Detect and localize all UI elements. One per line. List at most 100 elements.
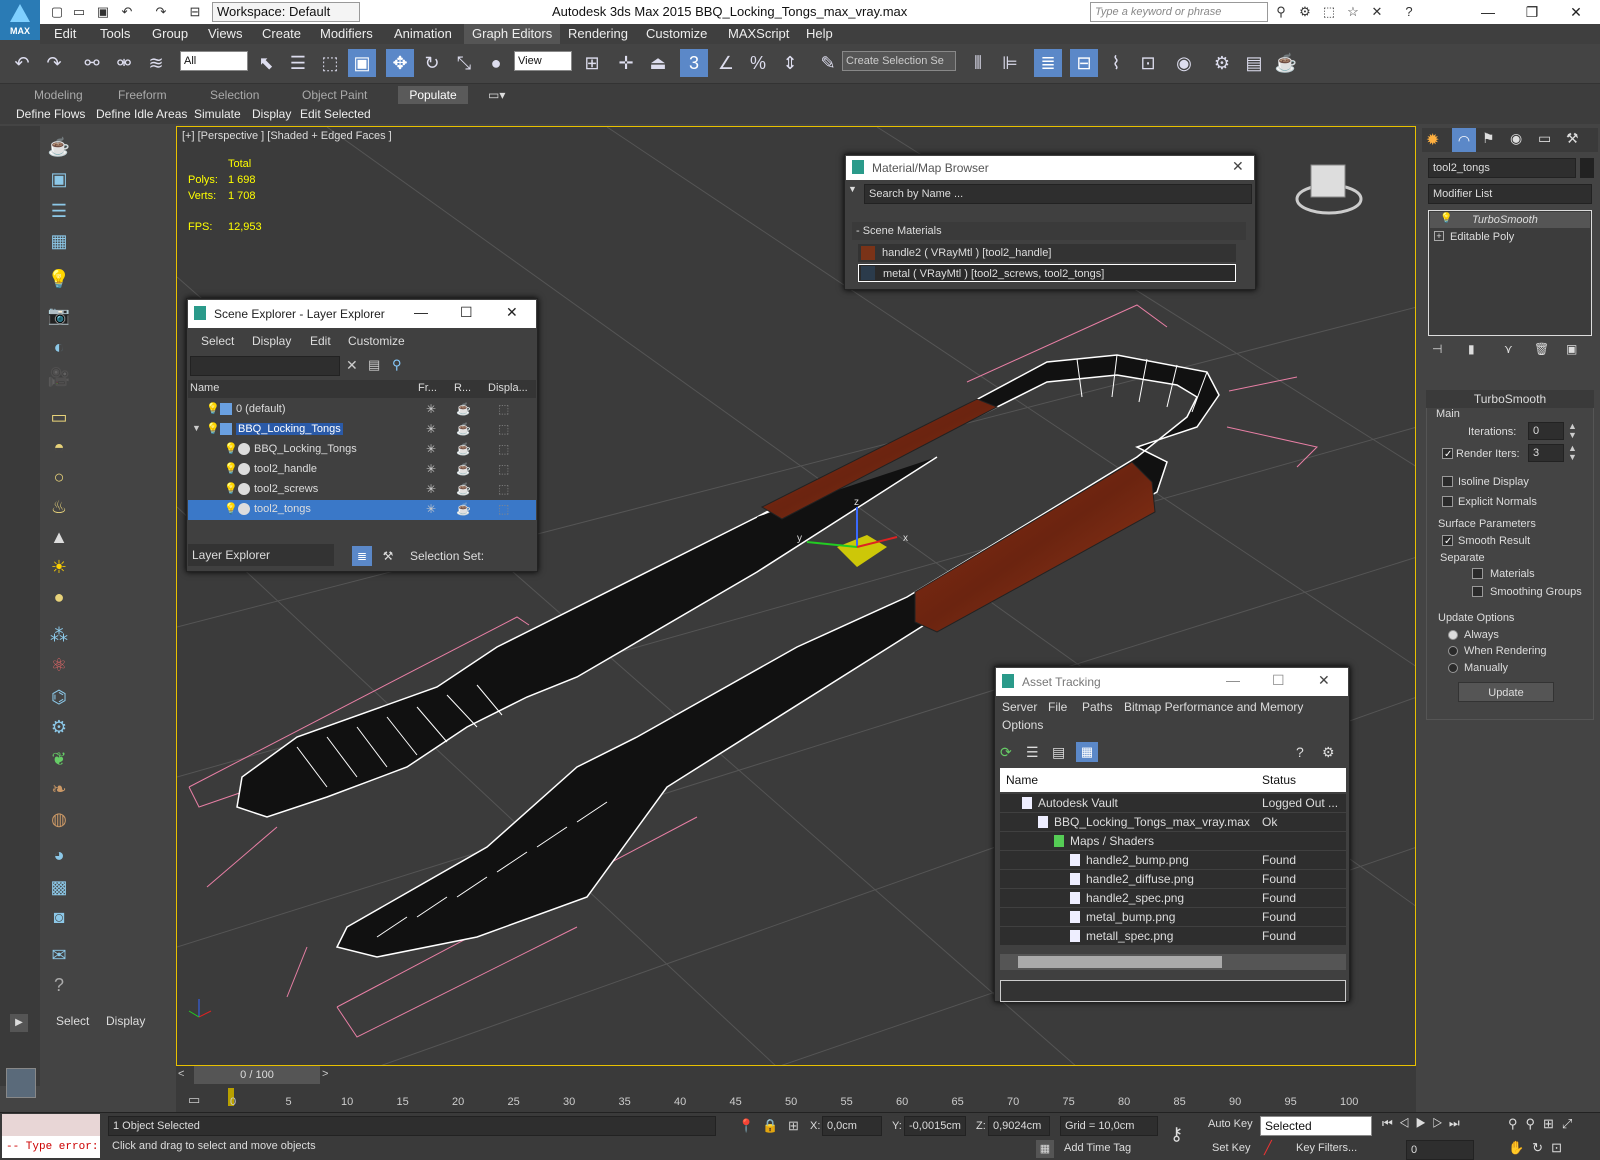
help-icon[interactable]: ? <box>1400 3 1418 21</box>
space-warp-icon[interactable]: ⌬ <box>46 684 72 710</box>
freeze-icon[interactable]: ✳ <box>426 422 436 436</box>
smooth-result-checkbox[interactable] <box>1442 535 1453 546</box>
navigation-controls-2[interactable]: ✋↻⊡ <box>1508 1140 1600 1156</box>
se-row[interactable]: 💡 tool2_handle ✳ ☕ ⬚ <box>188 460 536 480</box>
redo-icon[interactable]: ↷ <box>40 49 68 77</box>
window-crossing-icon[interactable]: ▣ <box>348 49 376 77</box>
table-view-icon[interactable]: ▦ <box>1076 742 1098 762</box>
at-menu-server[interactable]: Server <box>1002 700 1037 714</box>
display-box-icon[interactable]: ⬚ <box>498 402 509 416</box>
menu-animation[interactable]: Animation <box>394 24 452 44</box>
define-idle-areas-button[interactable]: Define Idle Areas <box>96 104 187 124</box>
placement-icon[interactable]: ● <box>482 49 510 77</box>
isoline-checkbox[interactable] <box>1442 476 1453 487</box>
search-input[interactable]: Type a keyword or phrase <box>1090 2 1268 22</box>
when-rendering-radio[interactable] <box>1448 646 1458 656</box>
maximize-button[interactable]: ❐ <box>1510 0 1554 24</box>
layer-explorer-dropdown[interactable]: Layer Explorer <box>188 544 334 566</box>
app-logo[interactable]: MAX <box>0 0 40 40</box>
visibility-icon[interactable]: 💡 <box>224 482 238 495</box>
hierarchy-icon[interactable]: ⚒ <box>378 546 398 566</box>
asset-row[interactable]: BBQ_Locking_Tongs_max_vray.max Ok <box>1000 813 1346 831</box>
menu-edit[interactable]: Edit <box>54 24 76 44</box>
menu-maxscript[interactable]: MAXScript <box>728 24 789 44</box>
help-icon[interactable]: ? <box>46 972 72 998</box>
percent-snap-icon[interactable]: % <box>744 49 772 77</box>
display-box-icon[interactable]: ⬚ <box>498 502 509 516</box>
stack-editable-poly[interactable]: Editable Poly <box>1430 229 1590 245</box>
display-tab-icon[interactable]: ▭ <box>1538 130 1551 147</box>
horizontal-scrollbar[interactable] <box>1000 954 1346 970</box>
create-tab-icon[interactable]: ✹ <box>1426 130 1439 150</box>
modifier-list-dropdown[interactable]: Modifier List <box>1428 184 1592 204</box>
menu-tools[interactable]: Tools <box>100 24 130 44</box>
show-end-result-icon[interactable]: ▮ <box>1468 342 1475 356</box>
menu-modifiers[interactable]: Modifiers <box>320 24 373 44</box>
scale-icon[interactable]: ⤡ <box>450 49 478 77</box>
se-menu-customize[interactable]: Customize <box>348 334 405 348</box>
minimize-button[interactable]: — <box>1466 0 1510 24</box>
clear-search-icon[interactable]: ✕ <box>346 357 358 374</box>
simulate-button[interactable]: Simulate <box>194 104 241 124</box>
asset-row[interactable]: handle2_bump.png Found <box>1000 851 1346 869</box>
minimize-button[interactable]: — <box>1226 672 1240 688</box>
bind-space-warp-icon[interactable]: ≋ <box>142 49 170 77</box>
display-box-icon[interactable]: ⬚ <box>498 462 509 476</box>
box-icon[interactable]: ▭ <box>46 404 72 430</box>
asset-row[interactable]: handle2_diffuse.png Found <box>1000 870 1346 888</box>
freeze-icon[interactable]: ✳ <box>426 402 436 416</box>
mirror-icon[interactable]: ⫴ <box>964 49 992 77</box>
camera-icon[interactable]: 📷 <box>46 302 72 328</box>
at-menu-bitmap[interactable]: Bitmap Performance and Memory <box>1124 700 1303 714</box>
update-button[interactable]: Update <box>1458 682 1554 702</box>
define-flows-button[interactable]: Define Flows <box>16 104 85 124</box>
help-icon[interactable]: ? <box>1296 744 1304 760</box>
visibility-icon[interactable]: 💡 <box>224 502 238 515</box>
z-coord-field[interactable]: 0,9024cm <box>988 1116 1050 1136</box>
scene-materials-group[interactable]: - Scene Materials <box>852 222 1246 240</box>
freeze-icon[interactable]: ✳ <box>426 462 436 476</box>
selection-filter-dropdown[interactable]: All <box>180 51 248 71</box>
align-icon[interactable]: ⊫ <box>996 49 1024 77</box>
auto-key-button[interactable]: Auto Key <box>1208 1118 1253 1130</box>
utilities-tab-icon[interactable]: ⚒ <box>1566 130 1579 147</box>
render-iters-spinner[interactable]: 3 <box>1528 444 1564 462</box>
undo-icon[interactable]: ↶ <box>8 49 36 77</box>
tab-freeform[interactable]: Freeform <box>118 86 167 104</box>
gear-icon[interactable]: ⚙ <box>46 714 72 740</box>
always-radio[interactable] <box>1448 630 1458 640</box>
link-icon[interactable]: ⚯ <box>78 49 106 77</box>
dome-icon[interactable]: ◓ <box>46 434 72 460</box>
at-menu-file[interactable]: File <box>1048 700 1067 714</box>
communication-icon[interactable]: ⬚ <box>1320 3 1338 21</box>
close-button[interactable]: ✕ <box>1554 0 1598 24</box>
menu-customize[interactable]: Customize <box>646 24 707 44</box>
menu-create[interactable]: Create <box>262 24 301 44</box>
curve-editor-icon[interactable]: ▭ <box>188 1092 200 1108</box>
select-by-name-icon[interactable]: ☰ <box>284 49 312 77</box>
at-menu-options[interactable]: Options <box>1002 718 1043 732</box>
redo-icon[interactable]: ↷ <box>152 3 170 21</box>
light-bulb-icon[interactable]: ◐ <box>46 334 72 360</box>
y-coord-field[interactable]: -0,0015cm <box>904 1116 966 1136</box>
list-icon[interactable]: ☰ <box>46 198 72 224</box>
menu-graph-editors[interactable]: Graph Editors <box>464 24 561 44</box>
time-slider-thumb[interactable]: 0 / 100 <box>194 1066 320 1084</box>
remove-modifier-icon[interactable]: 🗑 <box>1534 342 1549 356</box>
motion-tab-icon[interactable]: ◉ <box>1510 130 1522 147</box>
visibility-icon[interactable]: 💡 <box>206 402 220 415</box>
new-file-icon[interactable]: ▢ <box>48 3 66 21</box>
move-icon[interactable]: ✥ <box>386 49 414 77</box>
viewcube[interactable] <box>1295 164 1363 215</box>
hierarchy-tab-icon[interactable]: ⚑ <box>1482 130 1495 147</box>
renderable-teapot-icon[interactable]: ☕ <box>456 462 471 476</box>
menu-rendering[interactable]: Rendering <box>568 24 628 44</box>
hair-icon[interactable]: ❧ <box>46 776 72 802</box>
se-row[interactable]: 💡 BBQ_Locking_Tongs ✳ ☕ ⬚ ▼ <box>188 420 536 440</box>
scene-explorer-search[interactable] <box>190 356 340 376</box>
collapse-icon[interactable]: ▼ <box>192 423 201 433</box>
make-unique-icon[interactable]: ⋎ <box>1504 342 1513 356</box>
geosphere-icon[interactable]: ● <box>46 584 72 610</box>
schematic-view-icon[interactable]: ⊡ <box>1134 49 1162 77</box>
display-box-icon[interactable]: ⬚ <box>498 422 509 436</box>
